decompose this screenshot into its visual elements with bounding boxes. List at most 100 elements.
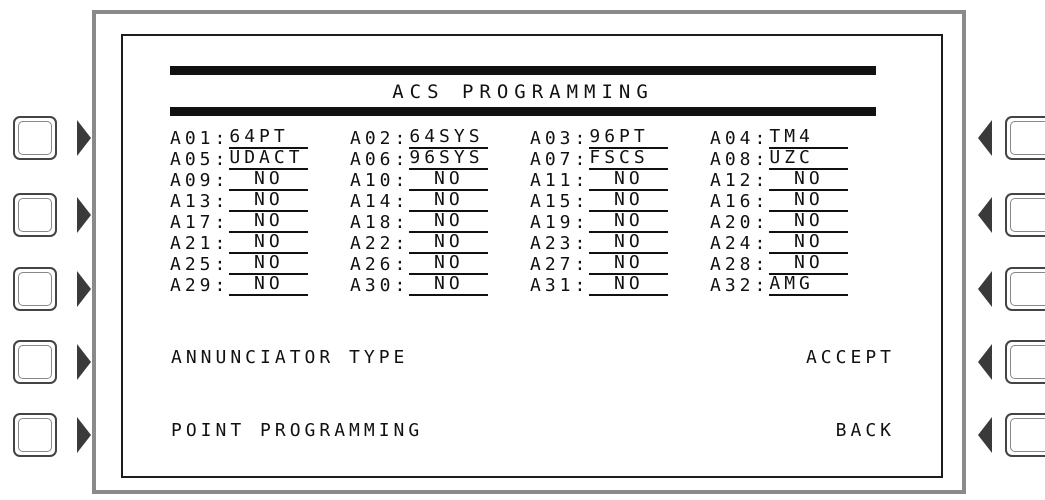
annunciator-type-field[interactable]: 96PT xyxy=(589,128,669,149)
assignment-cell: A16: NO xyxy=(710,191,890,212)
address-label: A19: xyxy=(530,212,590,233)
annunciator-type-field[interactable]: NO xyxy=(229,170,309,191)
address-label: A05: xyxy=(170,149,230,170)
annunciator-type-field[interactable]: UZC xyxy=(769,149,849,170)
menu-accept[interactable]: ACCEPT xyxy=(806,347,895,369)
menu-point-programming[interactable]: POINT PROGRAMMING xyxy=(171,420,423,442)
softkey-right-1[interactable] xyxy=(1005,116,1045,160)
address-label: A17: xyxy=(170,212,230,233)
address-label: A11: xyxy=(530,170,590,191)
assignment-cell: A23: NO xyxy=(530,233,710,254)
annunciator-type-field[interactable]: NO xyxy=(229,212,309,233)
address-label: A30: xyxy=(350,275,410,296)
address-label: A08: xyxy=(710,149,770,170)
assignment-cell: A13: NO xyxy=(170,191,350,212)
softkey-left-3[interactable] xyxy=(13,267,57,311)
assignment-row: A01: 64PT A02: 64SYS A03: 96PT A04: TM4 xyxy=(170,128,890,149)
address-label: A21: xyxy=(170,233,230,254)
softkey-right-4[interactable] xyxy=(1005,340,1045,384)
right-arrow-icon xyxy=(77,417,91,453)
address-label: A12: xyxy=(710,170,770,191)
assignment-cell: A32: AMG xyxy=(710,275,890,296)
annunciator-type-field[interactable]: NO xyxy=(589,275,669,296)
left-arrow-icon xyxy=(978,271,992,307)
address-label: A31: xyxy=(530,275,590,296)
annunciator-type-field[interactable]: NO xyxy=(409,191,489,212)
right-arrow-icon xyxy=(77,197,91,233)
annunciator-type-field[interactable]: NO xyxy=(409,233,489,254)
softkey-left-5[interactable] xyxy=(13,413,57,457)
softkey-left-4[interactable] xyxy=(13,340,57,384)
softkey-left-1[interactable] xyxy=(13,116,57,160)
title-bar-bottom xyxy=(170,107,876,116)
annunciator-type-field[interactable]: NO xyxy=(769,233,849,254)
annunciator-type-field[interactable]: NO xyxy=(229,233,309,254)
softkey-right-5[interactable] xyxy=(1005,413,1045,457)
annunciator-type-field[interactable]: NO xyxy=(589,254,669,275)
menu-back[interactable]: BACK xyxy=(836,420,895,442)
address-label: A24: xyxy=(710,233,770,254)
annunciator-assignment-grid: A01: 64PT A02: 64SYS A03: 96PT A04: TM4 A05: UDAC… xyxy=(170,128,890,296)
annunciator-type-field[interactable]: TM4 xyxy=(769,128,849,149)
address-label: A01: xyxy=(170,128,230,149)
annunciator-type-field[interactable]: UDACT xyxy=(229,149,309,170)
assignment-cell: A15: NO xyxy=(530,191,710,212)
assignment-cell: A29: NO xyxy=(170,275,350,296)
address-label: A02: xyxy=(350,128,410,149)
annunciator-type-field[interactable]: NO xyxy=(589,170,669,191)
annunciator-type-field[interactable]: 64SYS xyxy=(409,128,489,149)
assignment-row: A25: NO A26: NO A27: NO A28: NO xyxy=(170,254,890,275)
assignment-cell: A14: NO xyxy=(350,191,530,212)
annunciator-type-field[interactable]: NO xyxy=(409,254,489,275)
softkey-right-3[interactable] xyxy=(1005,267,1045,311)
left-arrow-icon xyxy=(978,417,992,453)
assignment-row: A17: NO A18: NO A19: NO A20: NO xyxy=(170,212,890,233)
annunciator-type-field[interactable]: NO xyxy=(769,212,849,233)
address-label: A07: xyxy=(530,149,590,170)
softkey-right-2[interactable] xyxy=(1005,193,1045,237)
assignment-cell: A25: NO xyxy=(170,254,350,275)
assignment-cell: A08: UZC xyxy=(710,149,890,170)
annunciator-type-field[interactable]: NO xyxy=(589,233,669,254)
menu-annunciator-type[interactable]: ANNUNCIATOR TYPE xyxy=(171,347,408,369)
address-label: A16: xyxy=(710,191,770,212)
assignment-cell: A18: NO xyxy=(350,212,530,233)
softkey-left-2[interactable] xyxy=(13,193,57,237)
assignment-cell: A26: NO xyxy=(350,254,530,275)
assignment-cell: A28: NO xyxy=(710,254,890,275)
address-label: A03: xyxy=(530,128,590,149)
address-label: A28: xyxy=(710,254,770,275)
address-label: A29: xyxy=(170,275,230,296)
annunciator-type-field[interactable]: NO xyxy=(229,254,309,275)
annunciator-type-field[interactable]: NO xyxy=(769,254,849,275)
annunciator-type-field[interactable]: NO xyxy=(769,191,849,212)
annunciator-type-field[interactable]: NO xyxy=(769,170,849,191)
annunciator-type-field[interactable]: NO xyxy=(409,275,489,296)
annunciator-type-field[interactable]: NO xyxy=(589,212,669,233)
annunciator-type-field[interactable]: NO xyxy=(229,275,309,296)
annunciator-type-field[interactable]: AMG xyxy=(769,275,849,296)
annunciator-type-field[interactable]: 96SYS xyxy=(409,149,489,170)
right-arrow-icon xyxy=(77,344,91,380)
assignment-cell: A12: NO xyxy=(710,170,890,191)
left-arrow-icon xyxy=(978,197,992,233)
address-label: A25: xyxy=(170,254,230,275)
annunciator-type-field[interactable]: NO xyxy=(589,191,669,212)
annunciator-type-field[interactable]: NO xyxy=(409,212,489,233)
annunciator-type-field[interactable]: NO xyxy=(409,170,489,191)
address-label: A10: xyxy=(350,170,410,191)
assignment-cell: A07: FSCS xyxy=(530,149,710,170)
assignment-cell: A17: NO xyxy=(170,212,350,233)
left-arrow-icon xyxy=(978,344,992,380)
assignment-row: A09: NO A10: NO A11: NO A12: NO xyxy=(170,170,890,191)
annunciator-type-field[interactable]: NO xyxy=(229,191,309,212)
assignment-cell: A03: 96PT xyxy=(530,128,710,149)
address-label: A27: xyxy=(530,254,590,275)
left-arrow-icon xyxy=(978,120,992,156)
assignment-cell: A20: NO xyxy=(710,212,890,233)
annunciator-type-field[interactable]: FSCS xyxy=(589,149,669,170)
assignment-cell: A30: NO xyxy=(350,275,530,296)
assignment-row: A05: UDACT A06: 96SYS A07: FSCS A08: UZC xyxy=(170,149,890,170)
annunciator-type-field[interactable]: 64PT xyxy=(229,128,309,149)
title-bar-top xyxy=(170,66,876,75)
